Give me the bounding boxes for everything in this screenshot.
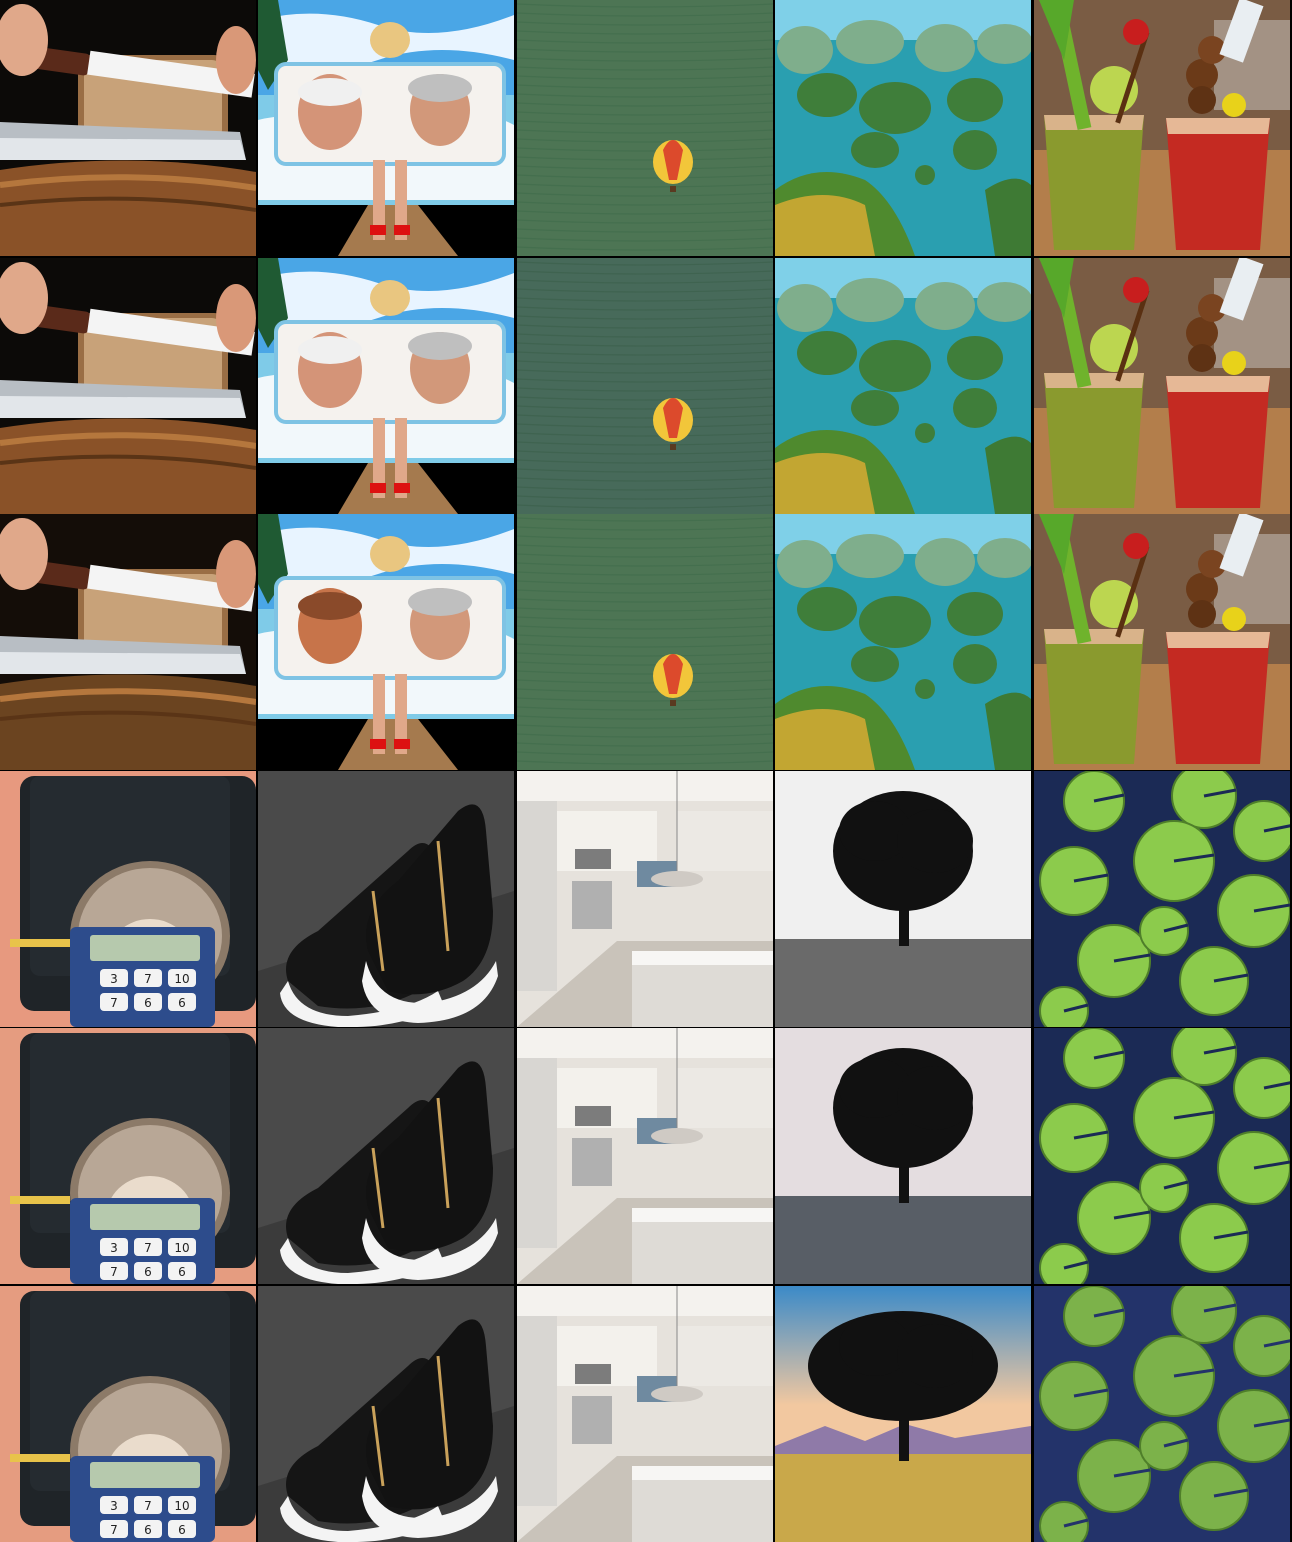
tile-white-kitchen-2: [517, 1028, 773, 1284]
tile-bloody-mary-cocktails-3: [1034, 514, 1290, 770]
tile-lily-pads-1: [1034, 771, 1290, 1027]
tile-bread-knife-2: [0, 258, 256, 514]
calculator-key: 6: [144, 1523, 152, 1537]
calculator-key: 3: [110, 1241, 118, 1255]
tile-lone-tree-3: [775, 1286, 1031, 1542]
tile-karst-bay-islands-3: [775, 514, 1031, 770]
calculator-key: 6: [144, 996, 152, 1010]
tile-hedgehog-calculator-2: 3 7 10 7 6 6: [0, 1028, 256, 1284]
tile-black-sneakers-2: [258, 1028, 514, 1284]
tile-bread-knife-1: [0, 0, 256, 256]
calculator-key: 10: [174, 1499, 189, 1513]
tile-hot-air-balloon-over-water-2: [517, 258, 773, 514]
tile-lone-tree-1: [775, 771, 1031, 1027]
calculator-key: 7: [144, 1241, 152, 1255]
tile-hedgehog-calculator-1: 3 7 10 7 6 6: [0, 771, 256, 1027]
tile-black-sneakers-3: [258, 1286, 514, 1542]
calculator-key: 10: [174, 1241, 189, 1255]
tile-karst-bay-islands-2: [775, 258, 1031, 514]
calculator-key: 6: [178, 1523, 186, 1537]
tile-lily-pads-2: [1034, 1028, 1290, 1284]
tile-white-kitchen-3: [517, 1286, 773, 1542]
calculator-key: 7: [144, 972, 152, 986]
tile-hedgehog-calculator-3: 3 7 10 7 6 6: [0, 1286, 256, 1542]
calculator-key: 6: [178, 1265, 186, 1279]
tile-beach-towel-faces-1: [258, 0, 514, 256]
calculator-key: 7: [110, 1523, 118, 1537]
tile-white-kitchen-1: [517, 771, 773, 1027]
tile-beach-towel-faces-3: [258, 514, 514, 770]
tile-hot-air-balloon-over-water-3: [517, 514, 773, 770]
tile-black-sneakers-1: [258, 771, 514, 1027]
calculator-key: 3: [110, 972, 118, 986]
tile-bloody-mary-cocktails-2: [1034, 258, 1290, 514]
calculator-key: 3: [110, 1499, 118, 1513]
calculator-key: 6: [178, 996, 186, 1010]
tile-bloody-mary-cocktails-1: [1034, 0, 1290, 256]
calculator-key: 6: [144, 1265, 152, 1279]
calculator-key: 10: [174, 972, 189, 986]
calculator-key: 7: [144, 1499, 152, 1513]
tile-lone-tree-2: [775, 1028, 1031, 1284]
image-grid: 3 7 10 7 6 6 3 7 10 7 6 6 3 7 10 7 6 6: [0, 0, 1292, 1542]
tile-beach-towel-faces-2: [258, 258, 514, 514]
calculator-key: 7: [110, 1265, 118, 1279]
tile-lily-pads-3: [1034, 1286, 1290, 1542]
calculator-key: 7: [110, 996, 118, 1010]
tile-karst-bay-islands-1: [775, 0, 1031, 256]
tile-hot-air-balloon-over-water-1: [517, 0, 773, 256]
tile-bread-knife-3: [0, 514, 256, 770]
